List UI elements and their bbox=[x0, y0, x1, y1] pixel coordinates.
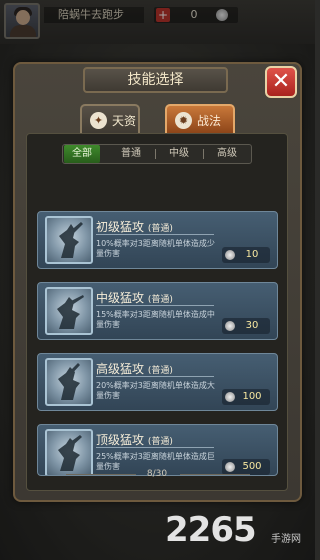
filter-separator bbox=[155, 149, 156, 159]
skill-card[interactable]: 中级猛攻 (普通) 15%概率对3距离随机单体造成中量伤害 30 bbox=[37, 282, 278, 340]
skill-name: 中级猛攻 bbox=[96, 291, 145, 305]
watermark-site: 手游网 bbox=[271, 534, 301, 545]
skill-description: 15%概率对3距离随机单体造成中量伤害 bbox=[96, 310, 215, 329]
close-button[interactable]: ✕ bbox=[265, 66, 297, 98]
cost-value: 500 bbox=[242, 461, 262, 472]
filter-bar: 全部 普通 中级 高级 bbox=[62, 144, 252, 164]
coin-icon bbox=[225, 462, 235, 472]
filter-advanced[interactable]: 高级 bbox=[209, 145, 245, 163]
divider bbox=[96, 305, 214, 306]
skill-warrior-icon bbox=[45, 216, 93, 264]
skill-title: 初级猛攻 (普通) bbox=[96, 218, 173, 235]
watermark-logo: 2265 手游网 bbox=[165, 510, 315, 556]
skill-card[interactable]: 初级猛攻 (普通) 10%概率对3距离随机单体造成少量伤害 10 bbox=[37, 211, 278, 269]
filter-intermediate[interactable]: 中级 bbox=[161, 145, 197, 163]
tab-tactic-label: 战法 bbox=[197, 114, 222, 128]
coin-icon bbox=[225, 392, 235, 402]
skill-warrior-icon bbox=[45, 429, 93, 475]
skill-tier: (普通) bbox=[147, 366, 173, 376]
tab-talent-label: 天资 bbox=[112, 114, 137, 128]
skill-name: 顶级猛攻 bbox=[96, 433, 145, 447]
skill-name: 高级猛攻 bbox=[96, 362, 145, 376]
skill-card[interactable]: 高级猛攻 (普通) 20%概率对3距离随机单体造成大量伤害 100 bbox=[37, 353, 278, 411]
pager-line-right bbox=[180, 474, 250, 475]
tactic-icon: ✹ bbox=[175, 112, 192, 129]
skill-cost: 500 bbox=[222, 459, 270, 475]
skill-description: 20%概率对3距离随机单体造成大量伤害 bbox=[96, 381, 215, 400]
divider bbox=[96, 234, 214, 235]
divider bbox=[96, 376, 214, 377]
cost-value: 100 bbox=[242, 391, 262, 402]
filter-all[interactable]: 全部 bbox=[64, 145, 100, 163]
skill-cost: 30 bbox=[222, 318, 270, 334]
skill-name: 初级猛攻 bbox=[96, 220, 145, 234]
skill-tier: (普通) bbox=[147, 295, 173, 305]
skill-warrior-icon bbox=[45, 358, 93, 406]
skill-tier: (普通) bbox=[147, 224, 173, 234]
talent-icon: ✦ bbox=[90, 112, 107, 129]
skill-description: 10%概率对3距离随机单体造成少量伤害 bbox=[96, 239, 215, 258]
filter-common[interactable]: 普通 bbox=[113, 145, 149, 163]
dialog-title: 技能选择 bbox=[83, 67, 228, 93]
tab-tactic[interactable]: ✹ 战法 bbox=[165, 104, 235, 134]
divider bbox=[96, 447, 214, 448]
page-indicator: 8/30 bbox=[146, 469, 168, 479]
skill-title: 顶级猛攻 (普通) bbox=[96, 431, 173, 448]
skill-tier: (普通) bbox=[147, 437, 173, 447]
coin-icon bbox=[225, 321, 235, 331]
coin-icon bbox=[225, 250, 235, 260]
skill-title: 中级猛攻 (普通) bbox=[96, 289, 173, 306]
pager-line-left bbox=[66, 474, 136, 475]
skill-title: 高级猛攻 (普通) bbox=[96, 360, 173, 377]
cost-value: 10 bbox=[245, 249, 259, 260]
skill-cost: 10 bbox=[222, 247, 270, 263]
watermark-brand: 2265 bbox=[165, 510, 257, 550]
cost-value: 30 bbox=[245, 320, 259, 331]
filter-separator bbox=[203, 149, 204, 159]
tab-talent[interactable]: ✦ 天资 bbox=[80, 104, 140, 134]
skill-warrior-icon bbox=[45, 287, 93, 335]
skill-cost: 100 bbox=[222, 389, 270, 405]
